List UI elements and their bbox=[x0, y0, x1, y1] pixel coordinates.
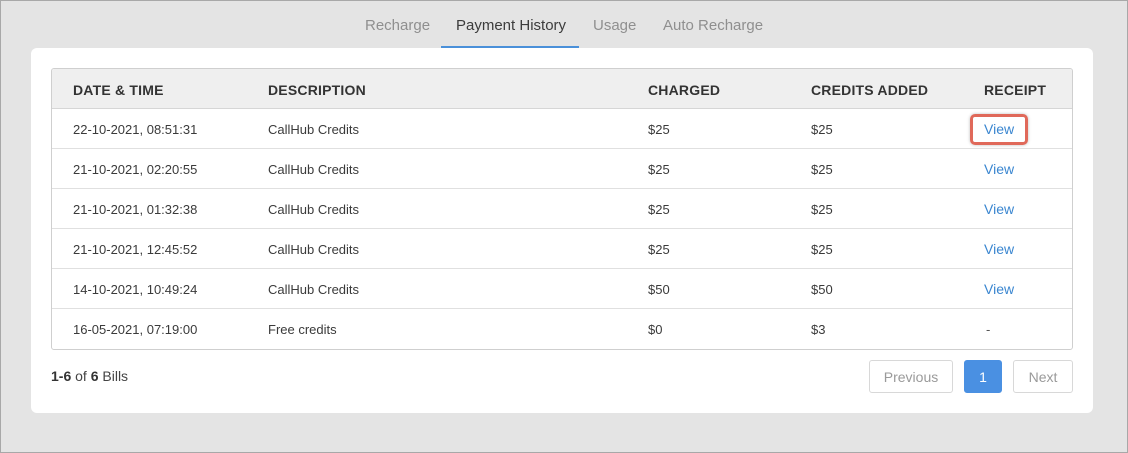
payment-history-card: DATE & TIME DESCRIPTION CHARGED CREDITS … bbox=[31, 48, 1093, 413]
cell-credits-added: $25 bbox=[811, 162, 833, 177]
summary-range: 1-6 bbox=[51, 368, 72, 384]
cell-description: CallHub Credits bbox=[268, 282, 360, 297]
cell-date: 14-10-2021, 10:49:24 bbox=[73, 282, 198, 297]
cell-date: 21-10-2021, 12:45:52 bbox=[73, 242, 198, 257]
cell-description: CallHub Credits bbox=[268, 122, 360, 137]
page-1-button[interactable]: 1 bbox=[964, 360, 1002, 393]
header-description: DESCRIPTION bbox=[268, 82, 366, 98]
tab-bar: Recharge Payment History Usage Auto Rech… bbox=[0, 0, 1128, 50]
table-row: 21-10-2021, 02:20:55 CallHub Credits $25… bbox=[52, 149, 1072, 189]
receipt-view-link[interactable]: View bbox=[984, 201, 1014, 217]
bills-summary: 1-6 of 6 Bills bbox=[51, 368, 128, 384]
cell-description: CallHub Credits bbox=[268, 202, 360, 217]
header-charged: CHARGED bbox=[648, 82, 721, 98]
header-date-time: DATE & TIME bbox=[73, 82, 164, 98]
cell-date: 22-10-2021, 08:51:31 bbox=[73, 122, 198, 137]
cell-description: CallHub Credits bbox=[268, 162, 360, 177]
payment-history-table: DATE & TIME DESCRIPTION CHARGED CREDITS … bbox=[51, 68, 1073, 350]
summary-total: 6 bbox=[90, 368, 99, 384]
table-row: 16-05-2021, 07:19:00 Free credits $0 $3 … bbox=[52, 309, 1072, 349]
cell-credits-added: $25 bbox=[811, 202, 833, 217]
receipt-view-link[interactable]: View bbox=[984, 121, 1014, 137]
table-row: 21-10-2021, 12:45:52 CallHub Credits $25… bbox=[52, 229, 1072, 269]
tab-auto-recharge[interactable]: Auto Recharge bbox=[663, 17, 763, 34]
cell-date: 21-10-2021, 02:20:55 bbox=[73, 162, 198, 177]
receipt-view-link[interactable]: View bbox=[984, 241, 1014, 257]
table-header: DATE & TIME DESCRIPTION CHARGED CREDITS … bbox=[52, 69, 1072, 109]
tab-usage[interactable]: Usage bbox=[593, 17, 636, 34]
header-receipt: RECEIPT bbox=[984, 82, 1047, 98]
next-page-button[interactable]: Next bbox=[1013, 360, 1073, 393]
table-row: 21-10-2021, 01:32:38 CallHub Credits $25… bbox=[52, 189, 1072, 229]
cell-charged: $50 bbox=[648, 282, 670, 297]
cell-charged: $25 bbox=[648, 162, 670, 177]
cell-charged: $25 bbox=[648, 242, 670, 257]
cell-date: 16-05-2021, 07:19:00 bbox=[73, 322, 198, 337]
receipt-view-link[interactable]: View bbox=[984, 281, 1014, 297]
tab-recharge[interactable]: Recharge bbox=[365, 17, 430, 34]
cell-credits-added: $3 bbox=[811, 322, 826, 337]
cell-charged: $0 bbox=[648, 322, 663, 337]
cell-charged: $25 bbox=[648, 122, 670, 137]
cell-description: CallHub Credits bbox=[268, 242, 360, 257]
cell-description: Free credits bbox=[268, 322, 337, 337]
tab-payment-history[interactable]: Payment History bbox=[456, 17, 566, 34]
cell-credits-added: $50 bbox=[811, 282, 833, 297]
cell-charged: $25 bbox=[648, 202, 670, 217]
cell-date: 21-10-2021, 01:32:38 bbox=[73, 202, 198, 217]
summary-of: of bbox=[75, 368, 87, 384]
receipt-none: - bbox=[986, 322, 991, 337]
summary-unit: Bills bbox=[102, 368, 129, 384]
header-credits-added: CREDITS ADDED bbox=[811, 82, 929, 98]
table-row: 22-10-2021, 08:51:31 CallHub Credits $25… bbox=[52, 109, 1072, 149]
cell-credits-added: $25 bbox=[811, 122, 833, 137]
cell-credits-added: $25 bbox=[811, 242, 833, 257]
receipt-view-link[interactable]: View bbox=[984, 161, 1014, 177]
previous-page-button[interactable]: Previous bbox=[869, 360, 953, 393]
table-row: 14-10-2021, 10:49:24 CallHub Credits $50… bbox=[52, 269, 1072, 309]
